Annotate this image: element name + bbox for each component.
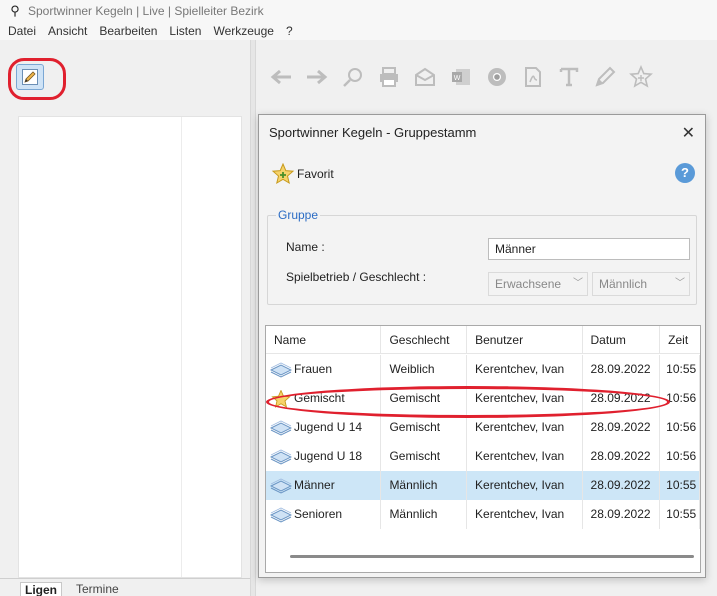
menu-bearbeiten[interactable]: Bearbeiten (99, 24, 157, 38)
search-icon[interactable] (338, 62, 368, 92)
cell-zeit: 10:55 (660, 355, 700, 384)
cell-geschlecht: Weiblich (381, 355, 468, 384)
layers-icon (269, 419, 293, 437)
cell-datum: 28.09.2022 (583, 413, 661, 442)
word-icon[interactable]: W (446, 62, 476, 92)
table-row[interactable]: Senioren Männlich Kerentchev, Ivan 28.09.20… (266, 500, 700, 529)
splitter[interactable] (250, 40, 256, 596)
row-name: Senioren (294, 507, 343, 521)
column-header-geschlecht[interactable]: Geschlecht (381, 326, 468, 354)
row-name: Jugend U 14 (294, 420, 363, 434)
cell-name: Männer (266, 471, 382, 500)
cell-name: Jugend U 18 (266, 442, 382, 471)
star-icon[interactable] (626, 62, 656, 92)
name-label: Name : (286, 240, 325, 254)
pencil-icon[interactable] (590, 62, 620, 92)
left-toolbar (0, 40, 250, 114)
layers-icon (269, 506, 293, 524)
spielbetrieb-value: Erwachsene (495, 277, 562, 291)
group-legend: Gruppe (276, 208, 321, 222)
row-name: Männer (294, 478, 335, 492)
arrow-left-icon[interactable] (266, 62, 296, 92)
favorite-label: Favorit (297, 167, 334, 181)
group-box: Gruppe Name : Männer Spielbetrieb / Gesc… (267, 208, 697, 305)
geschlecht-value: Männlich (599, 277, 648, 291)
table-row[interactable]: Jugend U 18 Gemischt Kerentchev, Ivan 28.09… (266, 442, 700, 471)
left-tree-panel[interactable] (18, 116, 242, 578)
chevron-down-icon: ﹀ (573, 278, 583, 289)
cell-geschlecht: Männlich (381, 471, 468, 500)
tab-ligen[interactable]: Ligen (20, 582, 62, 596)
name-input[interactable]: Männer (488, 238, 690, 260)
row-name: Jugend U 18 (294, 449, 363, 463)
chrome-icon[interactable] (482, 62, 512, 92)
menu-help[interactable]: ? (286, 24, 293, 38)
cell-zeit: 10:55 (660, 500, 700, 529)
cell-zeit: 10:56 (660, 442, 700, 471)
row-name: Frauen (294, 362, 333, 376)
column-divider (181, 117, 182, 577)
layers-icon (269, 361, 293, 379)
annotation-circle-edit (8, 58, 66, 100)
annotation-circle-gemischt (266, 386, 670, 418)
app-logo-icon: ⚲ (10, 3, 20, 18)
pdf-icon[interactable] (518, 62, 548, 92)
column-header-zeit[interactable]: Zeit (660, 326, 700, 354)
gruppestamm-dialog: Sportwinner Kegeln - Gruppestamm ✕ Favor… (258, 114, 706, 578)
cell-benutzer: Kerentchev, Ivan (467, 355, 583, 384)
cell-geschlecht: Gemischt (381, 442, 468, 471)
table-header: Name Geschlecht Benutzer Datum Zeit (266, 326, 700, 354)
cell-datum: 28.09.2022 (583, 442, 661, 471)
left-tab-bar: Ligen Termine (0, 578, 250, 596)
groups-table[interactable]: Name Geschlecht Benutzer Datum Zeit Frau… (265, 325, 701, 573)
text-icon[interactable] (554, 62, 584, 92)
cell-zeit: 10:56 (660, 413, 700, 442)
help-icon[interactable]: ? (675, 163, 695, 183)
menu-listen[interactable]: Listen (169, 24, 201, 38)
spielbetrieb-label: Spielbetrieb / Geschlecht : (286, 270, 427, 284)
cell-datum: 28.09.2022 (583, 500, 661, 529)
column-header-name[interactable]: Name (266, 326, 382, 354)
column-header-benutzer[interactable]: Benutzer (467, 326, 583, 354)
menu-bar: Datei Ansicht Bearbeiten Listen Werkzeug… (0, 22, 717, 40)
cell-benutzer: Kerentchev, Ivan (467, 471, 583, 500)
horizontal-scrollbar[interactable] (290, 555, 694, 558)
table-row[interactable]: Männer Männlich Kerentchev, Ivan 28.09.2022… (266, 471, 700, 500)
cell-name: Senioren (266, 500, 382, 529)
cell-name: Jugend U 14 (266, 413, 382, 442)
cell-benutzer: Kerentchev, Ivan (467, 500, 583, 529)
table-row[interactable]: Frauen Weiblich Kerentchev, Ivan 28.09.2022… (266, 355, 700, 384)
menu-datei[interactable]: Datei (8, 24, 36, 38)
chevron-down-icon: ﹀ (675, 278, 685, 289)
cell-zeit: 10:55 (660, 471, 700, 500)
arrow-right-icon[interactable] (302, 62, 332, 92)
column-header-datum[interactable]: Datum (583, 326, 661, 354)
dialog-title: Sportwinner Kegeln - Gruppestamm (269, 125, 477, 140)
layers-icon (269, 477, 293, 495)
menu-ansicht[interactable]: Ansicht (48, 24, 87, 38)
mail-icon[interactable] (410, 62, 440, 92)
window-title: Sportwinner Kegeln | Live | Spielleiter … (28, 4, 264, 18)
cell-geschlecht: Männlich (381, 500, 468, 529)
close-icon[interactable]: ✕ (682, 123, 695, 143)
print-icon[interactable] (374, 62, 404, 92)
layers-icon (269, 448, 293, 466)
main-toolbar: W (258, 40, 717, 114)
cell-name: Frauen (266, 355, 382, 384)
star-plus-icon (271, 163, 295, 185)
tab-termine[interactable]: Termine (76, 582, 119, 596)
spielbetrieb-select[interactable]: Erwachsene ﹀ (488, 272, 588, 296)
svg-text:W: W (454, 75, 461, 82)
menu-werkzeuge[interactable]: Werkzeuge (213, 24, 273, 38)
favorite-button[interactable]: Favorit (271, 163, 334, 185)
cell-benutzer: Kerentchev, Ivan (467, 442, 583, 471)
geschlecht-select[interactable]: Männlich ﹀ (592, 272, 690, 296)
cell-datum: 28.09.2022 (583, 471, 661, 500)
title-bar: ⚲ Sportwinner Kegeln | Live | Spielleite… (0, 0, 717, 22)
cell-datum: 28.09.2022 (583, 355, 661, 384)
